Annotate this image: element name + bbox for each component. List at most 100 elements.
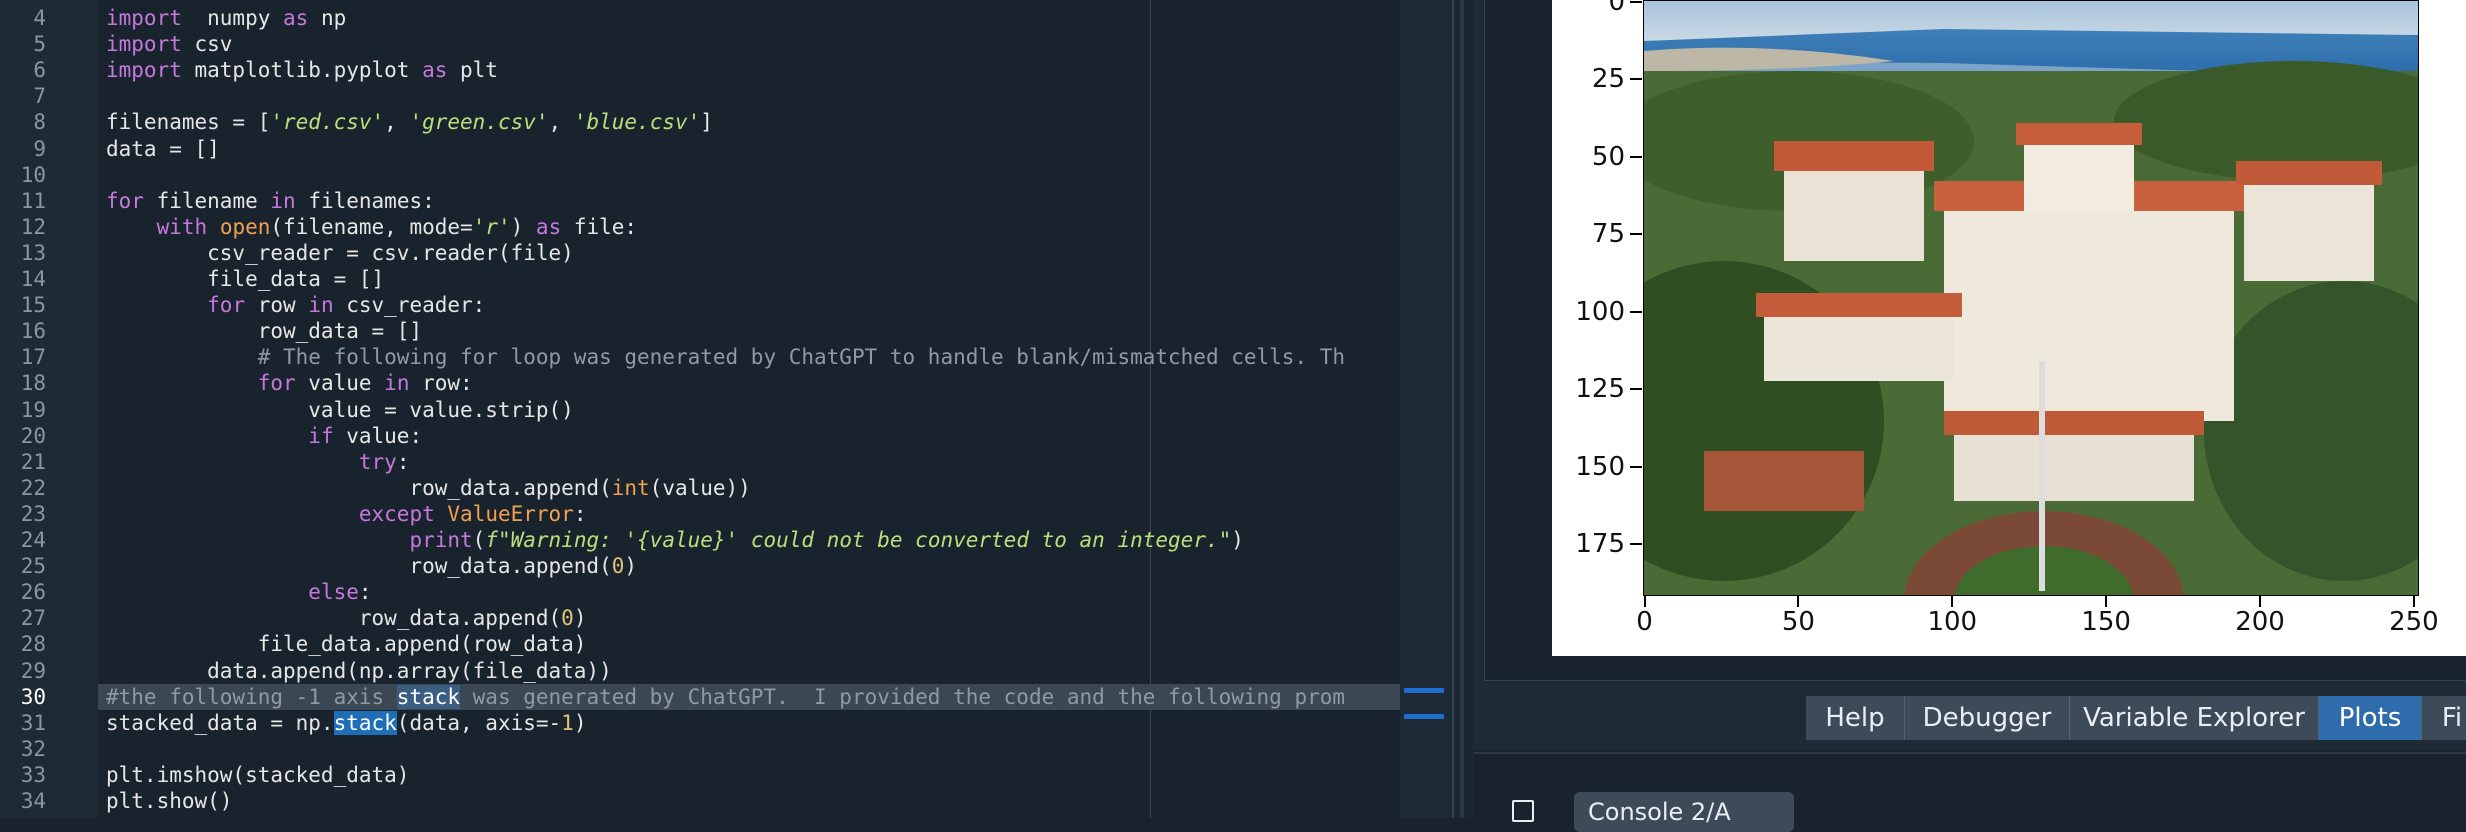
code-line[interactable]: except ValueError: [106, 501, 587, 527]
code-line[interactable]: if value: [106, 423, 422, 449]
line-number: 8 [33, 110, 46, 135]
code-token: if [308, 423, 334, 448]
code-token: file_data.append(row_data) [106, 632, 587, 657]
code-token: data.append(np.array(file_data)) [106, 658, 612, 683]
line-number: 11 [20, 188, 46, 213]
code-line[interactable]: csv_reader = csv.reader(file) [106, 240, 574, 266]
code-line[interactable]: row_data.append(int(value)) [106, 475, 750, 501]
x-axis-tick-label: 150 [2081, 607, 2131, 637]
line-number: 24 [20, 528, 46, 552]
code-line[interactable]: file_data.append(row_data) [106, 631, 587, 657]
line-number: 25 [20, 554, 46, 579]
code-token: filenames = [ [106, 110, 271, 135]
line-number: 13 [20, 240, 46, 265]
code-line[interactable]: value = value.strip() [106, 397, 574, 423]
y-axis-tick [1630, 543, 1642, 546]
code-line[interactable]: plt.imshow(stacked_data) [106, 762, 409, 788]
code-token: #the following -1 axis [106, 684, 397, 709]
code-token: , [384, 110, 410, 135]
code-line[interactable]: stacked_data = np.stack(data, axis=-1) [106, 710, 586, 736]
code-line[interactable]: for value in row: [106, 370, 473, 396]
code-token: ) [1231, 528, 1244, 552]
code-token: plt.show() [106, 789, 233, 813]
line-number: 27 [20, 606, 46, 631]
pane-splitter[interactable] [1456, 0, 1474, 818]
tab-debugger[interactable]: Debugger [1905, 696, 2070, 740]
y-axis-tick-label: 125 [1575, 374, 1625, 405]
code-line[interactable]: row_data.append(0) [106, 605, 587, 631]
occurrence-marker[interactable] [1404, 688, 1444, 693]
code-token: in [308, 293, 334, 318]
code-token: as [422, 58, 448, 83]
code-line[interactable]: file_data = [] [106, 266, 384, 292]
code-line[interactable]: try: [106, 449, 410, 475]
code-line[interactable]: row_data.append(0) [106, 553, 637, 579]
code-line[interactable]: import csv [106, 31, 232, 57]
tab-plots[interactable]: Plots [2319, 696, 2422, 740]
code-token: 'red.csv' [270, 110, 385, 135]
line-number: 16 [20, 319, 46, 344]
line-number: 7 [33, 84, 46, 109]
y-axis-tick-label: 25 [1591, 64, 1625, 95]
line-number: 29 [20, 658, 46, 683]
tab-help[interactable]: Help [1806, 696, 1905, 740]
console-tab[interactable]: Console 2/A [1574, 792, 1794, 832]
code-token: plt [447, 58, 498, 83]
code-token: value = value.strip() [106, 397, 574, 422]
code-token: for [106, 188, 144, 213]
code-line[interactable]: data.append(np.array(file_data)) [106, 658, 612, 684]
code-token: row_data.append( [106, 475, 612, 500]
code-line[interactable]: import numpy as np [106, 5, 346, 31]
code-token: value [295, 371, 385, 396]
code-line[interactable]: filenames = ['red.csv', 'green.csv', 'bl… [106, 109, 713, 135]
code-token: , [548, 110, 574, 135]
code-token: 'green.csv' [409, 110, 549, 135]
line-number: 15 [20, 293, 46, 318]
code-token: as [535, 214, 562, 239]
x-axis-tick-label: 50 [1781, 607, 1815, 637]
code-line[interactable]: print(f"Warning: '{value}' could not be … [106, 527, 1244, 553]
line-number: 12 [20, 214, 46, 239]
code-token: as [283, 6, 309, 30]
tab-variable-explorer[interactable]: Variable Explorer [2070, 696, 2319, 740]
code-token: (data, axis=- [396, 710, 562, 735]
code-line[interactable]: row_data = [] [106, 318, 422, 344]
code-editor[interactable]: 4 import numpy as np 5 import csv 6 import ma… [0, 0, 1400, 818]
code-line[interactable]: for row in csv_reader: [106, 292, 485, 318]
editor-separator [1452, 0, 1454, 818]
line-number: 19 [20, 397, 46, 422]
y-axis-tick-label: 75 [1591, 219, 1625, 250]
code-token: ] [700, 110, 713, 135]
line-number: 21 [20, 449, 46, 474]
code-line[interactable]: else: [106, 579, 371, 605]
y-axis-tick [1630, 233, 1642, 236]
code-token: data = [] [106, 136, 220, 161]
aerial-photo-illustration [1644, 1, 2418, 595]
code-line[interactable]: with open(filename, mode='r') as file: [106, 214, 638, 240]
y-axis-tick-label: 150 [1575, 451, 1625, 482]
code-token: 'blue.csv' [573, 110, 701, 135]
occurrence-marker[interactable] [1404, 714, 1444, 719]
code-line[interactable]: import matplotlib.pyplot as plt [106, 57, 498, 83]
tab-files[interactable]: Fi [2422, 696, 2466, 740]
code-token: ValueError [447, 501, 574, 526]
code-token: 1 [561, 710, 574, 735]
code-token: csv [181, 32, 233, 57]
new-console-icon[interactable] [1512, 800, 1534, 822]
code-token: file_data = [] [106, 267, 385, 291]
code-token: csv_reader: [333, 293, 486, 318]
code-line[interactable]: # The following for loop was generated b… [106, 344, 1345, 370]
code-line[interactable]: #the following -1 axis stack was generat… [106, 684, 1345, 710]
code-line[interactable]: data = [] [106, 136, 220, 162]
code-line[interactable]: for filename in filenames: [106, 188, 435, 214]
y-axis-tick [1630, 78, 1642, 81]
code-token: value: [333, 423, 423, 448]
line-number: 31 [20, 710, 46, 735]
code-token: try [358, 449, 397, 474]
code-line[interactable]: plt.show() [106, 788, 232, 814]
